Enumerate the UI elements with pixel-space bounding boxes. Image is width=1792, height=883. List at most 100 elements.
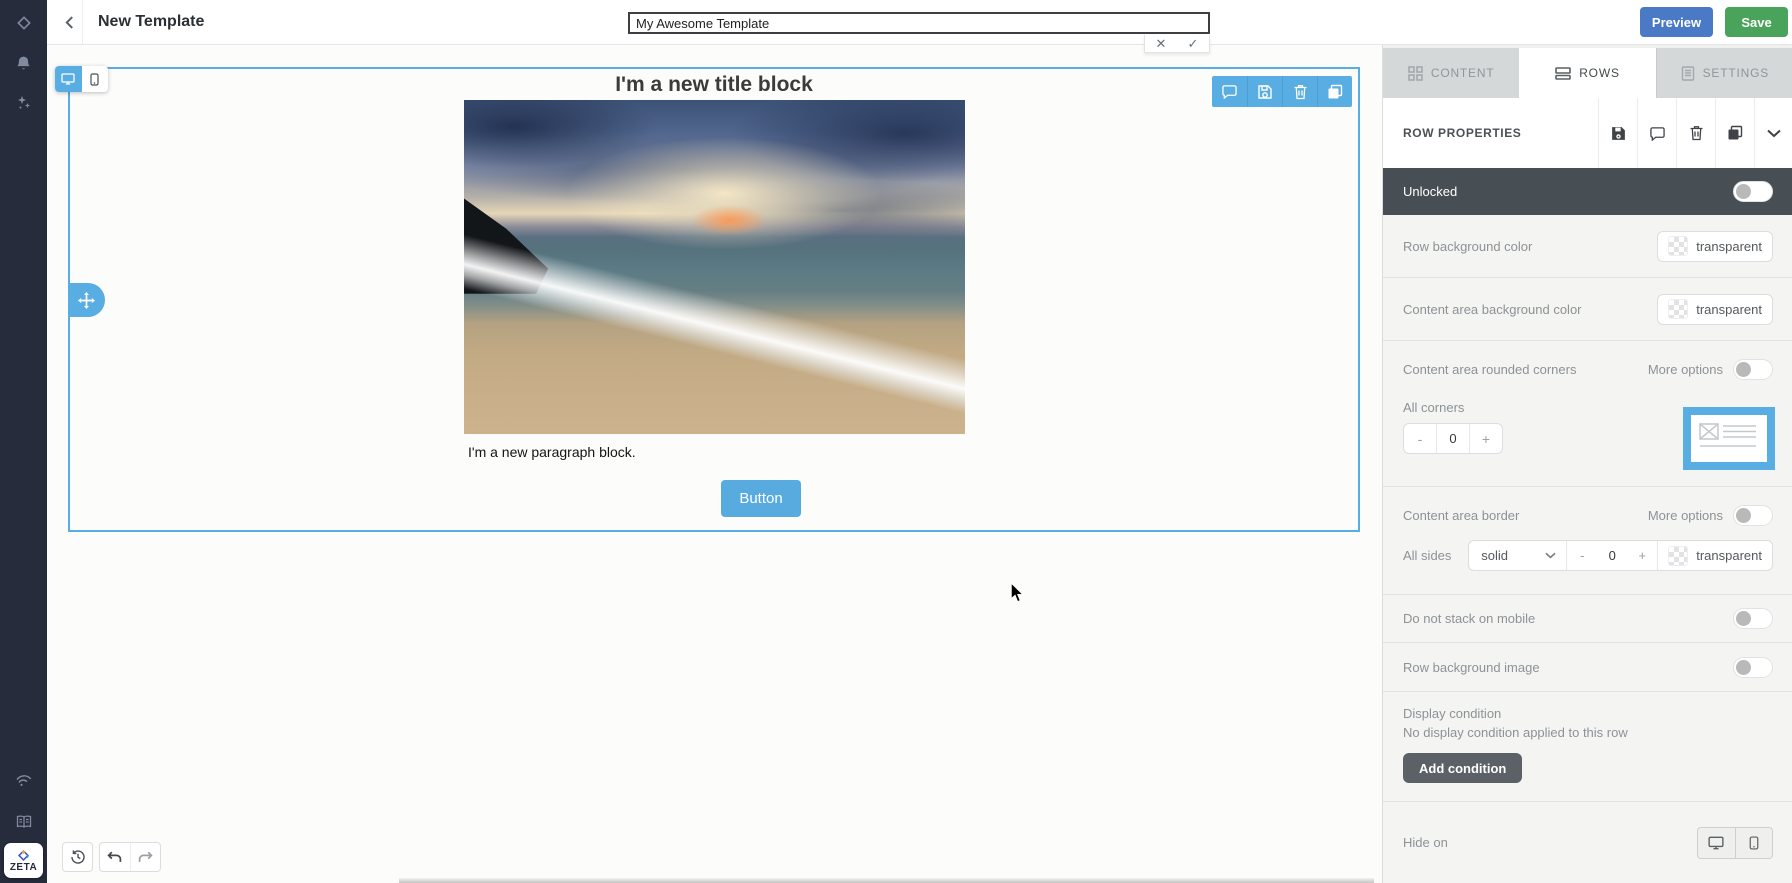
duplicate-icon[interactable] <box>1715 98 1754 168</box>
desktop-icon <box>1708 836 1724 850</box>
mouse-cursor <box>1010 582 1025 603</box>
row-properties-title: ROW PROPERTIES <box>1383 98 1598 168</box>
beach-sunset-photo[interactable] <box>464 100 965 434</box>
decrement-button[interactable]: - <box>1404 424 1436 453</box>
increment-button[interactable]: + <box>1469 424 1502 453</box>
cancel-name-icon[interactable]: ✕ <box>1145 35 1177 52</box>
display-condition-status: No display condition applied to this row <box>1403 725 1773 740</box>
display-condition-section: Display condition No display condition a… <box>1383 692 1792 802</box>
duplicate-icon[interactable] <box>1317 76 1352 107</box>
email-title-block[interactable]: I'm a new title block <box>68 73 1360 97</box>
settings-doc-icon <box>1681 66 1695 81</box>
desktop-view-button[interactable] <box>55 66 82 92</box>
decrement-button[interactable]: - <box>1567 548 1597 563</box>
save-button[interactable]: Save <box>1725 7 1788 37</box>
corners-stepper: - 0 + <box>1403 423 1503 454</box>
row-background-image-label: Row background image <box>1403 660 1540 675</box>
knowledge-book-icon[interactable] <box>0 810 47 834</box>
do-not-stack-toggle[interactable] <box>1733 608 1773 629</box>
email-paragraph-block[interactable]: I'm a new paragraph block. <box>468 444 636 460</box>
border-controls: solid - 0 + transparent <box>1468 540 1773 571</box>
color-value: transparent <box>1696 548 1762 563</box>
delete-icon[interactable] <box>1676 98 1715 168</box>
more-options-label: More options <box>1648 508 1723 523</box>
preview-button[interactable]: Preview <box>1640 7 1713 37</box>
email-button-block[interactable]: Button <box>721 480 801 517</box>
row-toolbar <box>1212 76 1352 107</box>
all-sides-label: All sides <box>1403 548 1451 563</box>
sparkles-icon[interactable] <box>0 91 47 115</box>
rounded-corners-label: Content area rounded corners <box>1403 362 1576 377</box>
row-background-color-row: Row background color transparent <box>1383 215 1792 278</box>
history-icon[interactable] <box>62 842 93 872</box>
signal-icon[interactable] <box>0 768 47 792</box>
row-properties-toolbar: ROW PROPERTIES <box>1383 98 1792 168</box>
panel-tabs: CONTENT ROWS SETTINGS <box>1383 45 1792 98</box>
display-condition-label: Display condition <box>1403 706 1773 721</box>
border-more-options-toggle[interactable] <box>1733 505 1773 526</box>
row-background-image-row: Row background image <box>1383 643 1792 692</box>
transparency-checker-icon <box>1668 546 1688 566</box>
mobile-view-button[interactable] <box>82 66 109 92</box>
rounded-corners-section: Content area rounded corners More option… <box>1383 341 1792 487</box>
border-section: Content area border More options All sid… <box>1383 487 1792 595</box>
delete-icon[interactable] <box>1282 76 1317 107</box>
color-value: transparent <box>1696 302 1762 317</box>
screen-bottom-edge <box>399 878 1374 883</box>
template-name-input[interactable] <box>628 12 1210 34</box>
do-not-stack-label: Do not stack on mobile <box>1403 611 1535 626</box>
comment-icon[interactable] <box>1212 76 1247 107</box>
save-icon[interactable] <box>1247 76 1282 107</box>
hide-on-desktop-button[interactable] <box>1698 828 1735 858</box>
editor-canvas: I'm a new title block I'm a new paragrap… <box>47 45 1382 883</box>
content-grid-icon <box>1408 66 1423 81</box>
content-background-color-picker[interactable]: transparent <box>1657 294 1773 325</box>
add-condition-button[interactable]: Add condition <box>1403 753 1522 783</box>
row-drag-handle-icon[interactable] <box>68 283 105 317</box>
device-preview-toggle <box>55 66 108 92</box>
app-sidebar: ZETA <box>0 0 47 883</box>
name-confirm-popup: ✕ ✓ <box>1144 35 1210 53</box>
more-options-label: More options <box>1648 362 1723 377</box>
border-color-picker[interactable]: transparent <box>1657 541 1772 570</box>
border-width-value: 0 <box>1597 548 1627 563</box>
desktop-icon <box>61 73 75 85</box>
unlocked-bar: Unlocked <box>1383 168 1792 215</box>
border-style-dropdown[interactable]: solid <box>1469 541 1566 570</box>
top-header: New Template ✕ ✓ Preview Save <box>47 0 1792 45</box>
notifications-bell-icon[interactable] <box>0 51 47 75</box>
properties-panel: CONTENT ROWS SETTINGS ROW PROPERTIES Unl… <box>1382 45 1792 883</box>
zeta-diamond-icon[interactable] <box>0 11 47 35</box>
comment-icon[interactable] <box>1637 98 1676 168</box>
unlocked-label: Unlocked <box>1403 184 1457 199</box>
redo-icon[interactable] <box>130 843 161 871</box>
collapse-chevron-icon[interactable] <box>1754 98 1792 168</box>
color-value: transparent <box>1696 239 1762 254</box>
tab-rows[interactable]: ROWS <box>1519 48 1655 98</box>
unlocked-toggle[interactable] <box>1733 181 1773 202</box>
rounded-more-options-toggle[interactable] <box>1733 359 1773 380</box>
hide-on-label: Hide on <box>1403 835 1448 850</box>
mobile-icon <box>1749 836 1759 850</box>
undo-icon[interactable] <box>100 843 130 871</box>
tab-content[interactable]: CONTENT <box>1383 48 1519 98</box>
page-title: New Template <box>98 13 204 31</box>
save-icon[interactable] <box>1598 98 1637 168</box>
confirm-name-icon[interactable]: ✓ <box>1177 35 1209 52</box>
zeta-logo[interactable]: ZETA <box>4 843 43 878</box>
row-background-image-toggle[interactable] <box>1733 657 1773 678</box>
hide-on-mobile-button[interactable] <box>1735 828 1773 858</box>
header-divider <box>82 0 83 45</box>
hide-on-group <box>1697 827 1773 859</box>
increment-button[interactable]: + <box>1627 548 1657 563</box>
tab-label: CONTENT <box>1431 66 1495 80</box>
row-structure-thumbnail[interactable] <box>1683 407 1775 470</box>
tab-settings[interactable]: SETTINGS <box>1656 48 1792 98</box>
hide-on-row: Hide on <box>1383 802 1792 883</box>
tab-label: SETTINGS <box>1703 66 1769 80</box>
row-background-color-picker[interactable]: transparent <box>1657 231 1773 262</box>
back-button[interactable] <box>55 8 83 36</box>
mobile-icon <box>90 73 99 86</box>
border-width-stepper: - 0 + <box>1566 541 1657 570</box>
corners-value: 0 <box>1436 424 1469 453</box>
